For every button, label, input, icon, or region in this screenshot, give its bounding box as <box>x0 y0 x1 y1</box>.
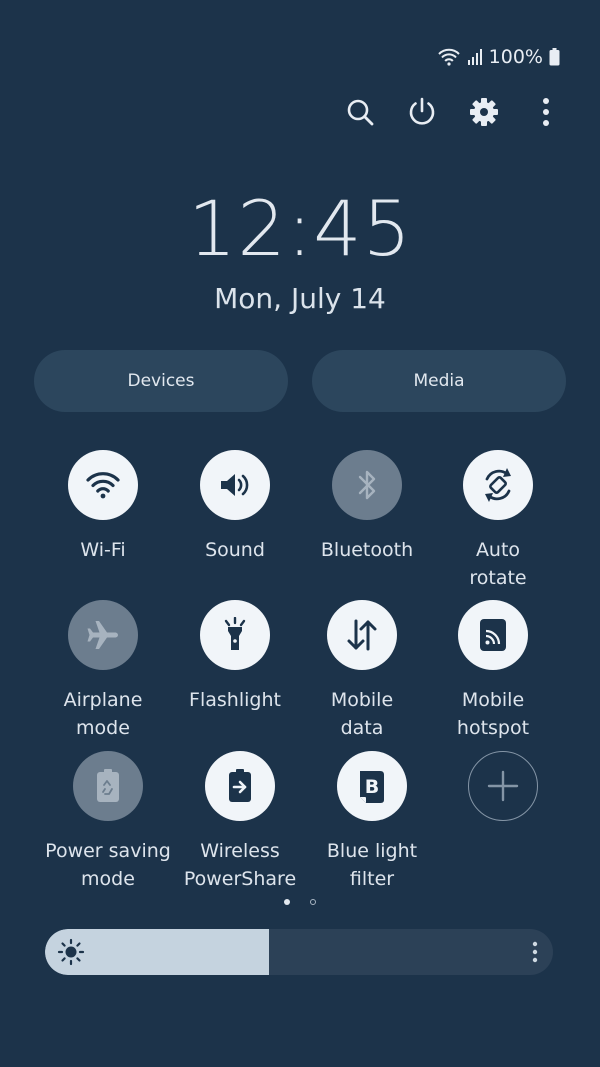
tile-airplane-mode[interactable]: Airplane mode <box>33 600 173 742</box>
blue-light-icon: B <box>360 771 384 803</box>
tile-blue-light-filter[interactable]: B Blue light filter <box>302 751 442 893</box>
tile-label: Wi-Fi <box>80 539 126 561</box>
more-options-button[interactable] <box>526 92 566 132</box>
hotspot-icon <box>480 619 506 651</box>
tile-wifi-circle[interactable] <box>68 450 138 520</box>
tile-label: Power saving mode <box>45 840 171 890</box>
powershare-icon <box>229 769 251 802</box>
cell-signal-icon <box>467 49 482 65</box>
tile-mobile-data[interactable]: Mobile data <box>292 600 432 742</box>
tile-label: Blue light filter <box>326 840 418 890</box>
bluetooth-icon <box>358 470 376 500</box>
power-button[interactable] <box>402 92 442 132</box>
media-button[interactable]: Media <box>312 350 566 412</box>
tile-add[interactable] <box>433 751 573 837</box>
gear-icon <box>470 98 498 126</box>
rotate-icon <box>485 468 511 502</box>
tile-power-saving-mode[interactable]: Power saving mode <box>38 751 178 893</box>
tile-auto-rotate[interactable]: Auto rotate <box>428 450 568 592</box>
tile-label: Bluetooth <box>320 539 414 561</box>
speaker-icon <box>221 474 249 496</box>
tile-power-saving-mode-circle[interactable] <box>73 751 143 821</box>
tile-sound-circle[interactable] <box>200 450 270 520</box>
status-bar: 100% <box>437 46 560 68</box>
tile-airplane-mode-circle[interactable] <box>68 600 138 670</box>
tile-label: Airplane mode <box>63 689 143 739</box>
tile-mobile-hotspot-circle[interactable] <box>458 600 528 670</box>
brightness-more-icon[interactable] <box>531 940 539 964</box>
page-dot-active[interactable] <box>284 899 290 905</box>
search-icon <box>347 99 374 126</box>
mobile-data-icon <box>347 619 377 651</box>
wifi-icon <box>86 472 120 499</box>
battery-percent: 100% <box>488 46 543 68</box>
tile-label: Auto rotate <box>469 539 527 589</box>
flashlight-icon <box>224 617 246 650</box>
tile-label: Wireless PowerShare <box>183 840 297 890</box>
search-button[interactable] <box>340 92 380 132</box>
power-icon <box>409 97 435 125</box>
tile-sound[interactable]: Sound <box>165 450 305 564</box>
tile-wifi[interactable]: Wi-Fi <box>33 450 173 564</box>
clock-time[interactable]: 12:45 <box>0 184 600 273</box>
add-icon <box>487 770 519 802</box>
page-dot-inactive[interactable] <box>310 899 316 905</box>
tile-wireless-powershare[interactable]: Wireless PowerShare <box>170 751 310 893</box>
page-indicator <box>284 899 316 905</box>
svg-text:B: B <box>365 776 379 798</box>
header-actions <box>340 92 566 132</box>
tile-blue-light-filter-circle[interactable]: B <box>337 751 407 821</box>
tile-mobile-hotspot[interactable]: Mobile hotspot <box>423 600 563 742</box>
tile-mobile-data-circle[interactable] <box>327 600 397 670</box>
airplane-icon <box>87 621 118 649</box>
battery-saver-icon <box>97 769 119 802</box>
battery-icon <box>549 48 560 66</box>
tile-bluetooth[interactable]: Bluetooth <box>297 450 437 564</box>
wifi-signal-icon <box>437 48 460 66</box>
tile-flashlight[interactable]: Flashlight <box>165 600 305 714</box>
devices-button[interactable]: Devices <box>34 350 288 412</box>
tile-bluetooth-circle[interactable] <box>332 450 402 520</box>
clock-date[interactable]: Mon, July 14 <box>0 282 600 315</box>
tile-label: Mobile hotspot <box>456 689 530 739</box>
tile-label: Mobile data <box>330 689 394 739</box>
tile-label: Sound <box>205 539 265 561</box>
tile-flashlight-circle[interactable] <box>200 600 270 670</box>
tile-auto-rotate-circle[interactable] <box>463 450 533 520</box>
tile-add-circle[interactable] <box>468 751 538 821</box>
tile-wireless-powershare-circle[interactable] <box>205 751 275 821</box>
brightness-slider[interactable] <box>45 929 553 975</box>
more-vertical-icon <box>543 98 549 126</box>
sun-icon <box>57 938 85 966</box>
settings-button[interactable] <box>464 92 504 132</box>
tile-label: Flashlight <box>189 689 281 711</box>
